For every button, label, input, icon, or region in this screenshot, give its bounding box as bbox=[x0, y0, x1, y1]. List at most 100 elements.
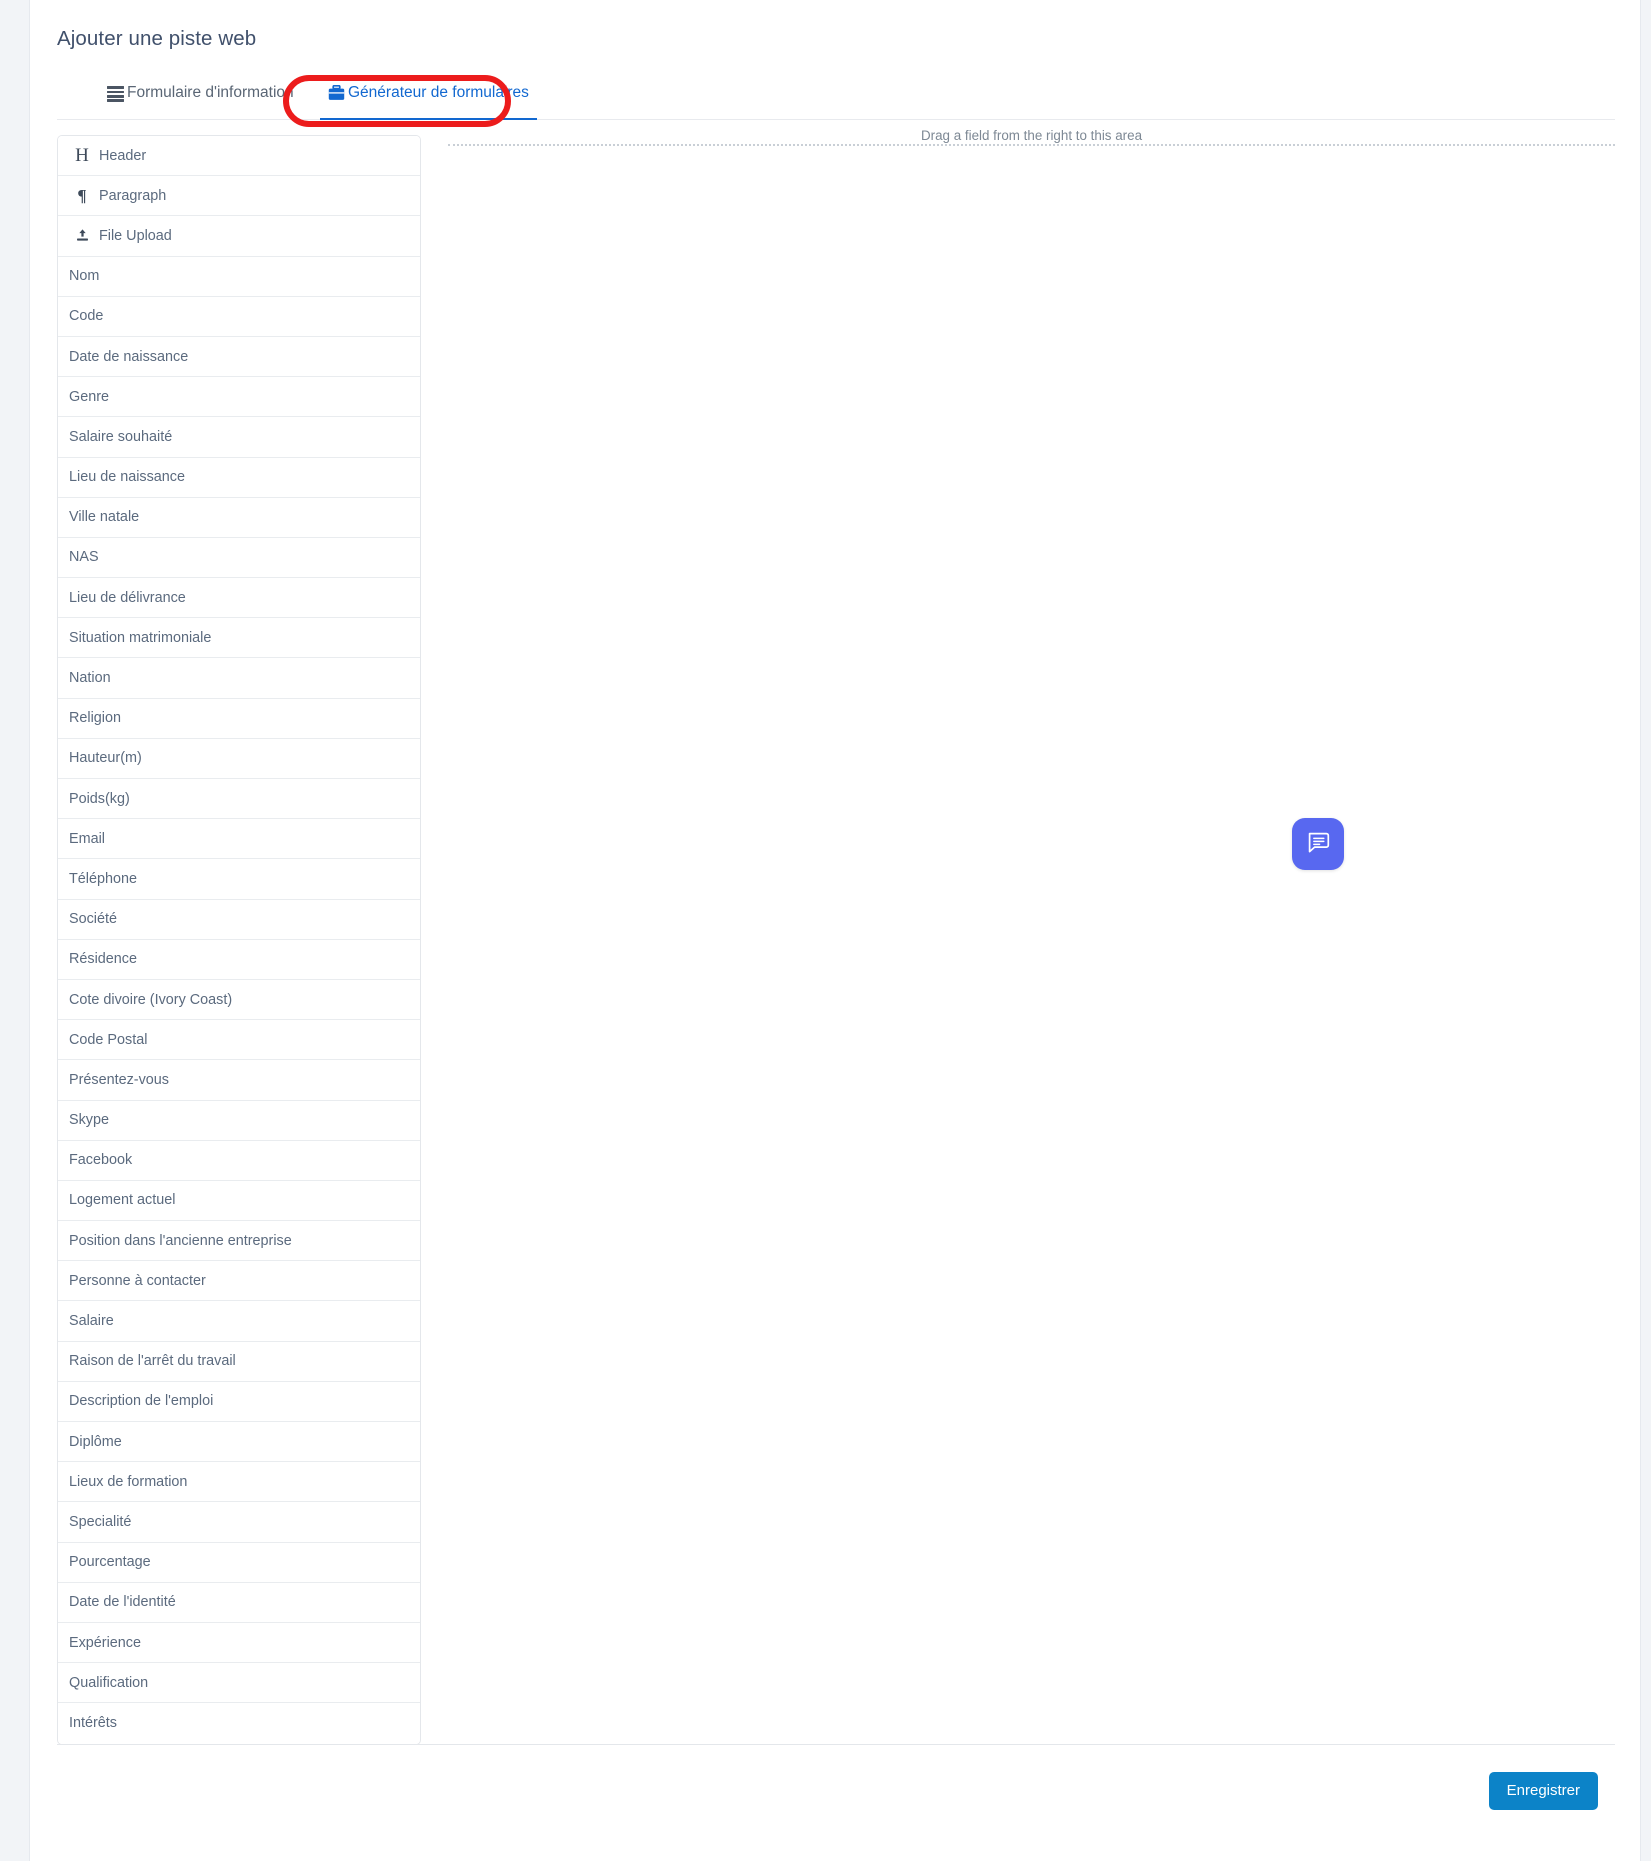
palette-item[interactable]: Specialité bbox=[58, 1502, 420, 1543]
page-title: Ajouter une piste web bbox=[57, 27, 257, 50]
palette-item[interactable]: Code bbox=[58, 296, 420, 337]
palette-item[interactable]: Nom bbox=[58, 256, 420, 297]
palette-item[interactable]: Personne à contacter bbox=[58, 1261, 420, 1302]
briefcase-icon bbox=[328, 84, 345, 110]
palette-item[interactable]: Email bbox=[58, 819, 420, 860]
palette-item-label: Code Postal bbox=[69, 1031, 148, 1048]
palette-item[interactable]: Expérience bbox=[58, 1622, 420, 1664]
palette-item[interactable]: Date de l'identité bbox=[58, 1582, 420, 1623]
palette-item[interactable]: NAS bbox=[58, 537, 420, 579]
save-button[interactable]: Enregistrer bbox=[1488, 1772, 1598, 1810]
palette-item-label: Hauteur(m) bbox=[69, 750, 142, 767]
palette-item[interactable]: Date de naissance bbox=[58, 336, 420, 378]
palette-item[interactable]: Salaire bbox=[58, 1301, 420, 1342]
palette-item-label: Salaire souhaité bbox=[69, 428, 173, 445]
palette-item-label: Société bbox=[69, 911, 117, 928]
app-root: Ajouter une piste web Formulaire d'infor… bbox=[0, 0, 1651, 1861]
palette-item-label: Salaire bbox=[69, 1313, 114, 1330]
palette-item-label: Nation bbox=[69, 670, 111, 687]
palette-item-label: Date de l'identité bbox=[69, 1594, 176, 1611]
tab-label: Formulaire d'information bbox=[127, 84, 294, 101]
form-dropzone[interactable]: Drag a field from the right to this area bbox=[448, 126, 1615, 146]
field-palette: H Header ¶ Paragraph File Upload Nom Code Date … bbox=[57, 135, 421, 1745]
palette-item-label: Email bbox=[69, 830, 105, 847]
page-card: Ajouter une piste web Formulaire d'infor… bbox=[29, 0, 1641, 1861]
palette-item-label: NAS bbox=[69, 549, 99, 566]
palette-item-label: Lieu de délivrance bbox=[69, 589, 186, 606]
palette-item-label: Specialité bbox=[69, 1513, 132, 1530]
palette-item-label: Header bbox=[99, 147, 147, 164]
palette-item[interactable]: Nation bbox=[58, 658, 420, 699]
palette-item-label: Présentez-vous bbox=[69, 1071, 169, 1088]
right-edge-strip bbox=[1641, 0, 1651, 1861]
tab-bar: Formulaire d'information Générateur de f… bbox=[57, 80, 1615, 120]
palette-item-label: Religion bbox=[69, 710, 121, 727]
palette-item[interactable]: Diplôme bbox=[58, 1422, 420, 1463]
palette-item-label: Cote divoire (Ivory Coast) bbox=[69, 991, 233, 1008]
dropzone-hint: Drag a field from the right to this area bbox=[914, 128, 1149, 143]
palette-item-label: Personne à contacter bbox=[69, 1272, 206, 1289]
palette-item-label: Poids(kg) bbox=[69, 790, 130, 807]
palette-item-label: Description de l'emploi bbox=[69, 1393, 214, 1410]
palette-item[interactable]: Salaire souhaité bbox=[58, 417, 420, 458]
palette-item[interactable]: File Upload bbox=[58, 216, 420, 257]
tab-generateur-de-formulaires[interactable]: Générateur de formulaires bbox=[320, 80, 537, 120]
palette-item-label: Intérêts bbox=[69, 1715, 117, 1732]
palette-item[interactable]: Genre bbox=[58, 377, 420, 418]
chat-bubble-icon bbox=[1305, 829, 1331, 860]
palette-item[interactable]: Lieu de délivrance bbox=[58, 578, 420, 619]
palette-item[interactable]: Qualification bbox=[58, 1663, 420, 1704]
palette-item[interactable]: Pourcentage bbox=[58, 1542, 420, 1583]
palette-item-label: Diplôme bbox=[69, 1433, 122, 1450]
palette-item[interactable]: Intérêts bbox=[58, 1703, 420, 1744]
palette-item-label: Expérience bbox=[69, 1634, 141, 1651]
palette-item-label: Position dans l'ancienne entreprise bbox=[69, 1232, 292, 1249]
palette-item[interactable]: Ville natale bbox=[58, 497, 420, 538]
palette-item[interactable]: ¶ Paragraph bbox=[58, 176, 420, 217]
palette-item-label: Lieux de formation bbox=[69, 1473, 188, 1490]
palette-item[interactable]: Hauteur(m) bbox=[58, 738, 420, 779]
palette-item-label: Raison de l'arrêt du travail bbox=[69, 1353, 236, 1370]
palette-item[interactable]: Facebook bbox=[58, 1140, 420, 1181]
palette-item[interactable]: Religion bbox=[58, 698, 420, 739]
palette-item[interactable]: H Header bbox=[58, 136, 420, 177]
palette-item[interactable]: Situation matrimoniale bbox=[58, 618, 420, 659]
palette-item[interactable]: Skype bbox=[58, 1100, 420, 1141]
palette-item-label: Téléphone bbox=[69, 870, 138, 887]
palette-item[interactable]: Lieux de formation bbox=[58, 1462, 420, 1503]
palette-item[interactable]: Poids(kg) bbox=[58, 779, 420, 820]
palette-item-label: Qualification bbox=[69, 1674, 149, 1691]
palette-item-label: Genre bbox=[69, 388, 109, 405]
palette-item[interactable]: Logement actuel bbox=[58, 1180, 420, 1222]
palette-item[interactable]: Lieu de naissance bbox=[58, 457, 420, 498]
palette-item[interactable]: Présentez-vous bbox=[58, 1060, 420, 1101]
bars-icon bbox=[107, 80, 124, 106]
palette-item-label: Nom bbox=[69, 268, 100, 285]
palette-item-label: Facebook bbox=[69, 1152, 133, 1169]
palette-item[interactable]: Société bbox=[58, 899, 420, 940]
palette-item-label: Skype bbox=[69, 1112, 109, 1129]
palette-item[interactable]: Description de l'emploi bbox=[58, 1381, 420, 1422]
palette-item[interactable]: Cote divoire (Ivory Coast) bbox=[58, 979, 420, 1021]
palette-item-label: Code bbox=[69, 308, 104, 325]
palette-item-label: Date de naissance bbox=[69, 348, 189, 365]
tab-formulaire-d-information[interactable]: Formulaire d'information bbox=[99, 80, 302, 120]
palette-item-label: Paragraph bbox=[99, 187, 167, 204]
palette-item-label: Lieu de naissance bbox=[69, 469, 186, 486]
heading-icon: H bbox=[75, 144, 89, 166]
palette-item-label: Résidence bbox=[69, 951, 137, 968]
dropzone-dotted-border bbox=[448, 144, 1615, 146]
palette-item[interactable]: Téléphone bbox=[58, 859, 420, 900]
palette-item-label: Logement actuel bbox=[69, 1192, 176, 1209]
palette-item-label: File Upload bbox=[99, 227, 172, 244]
footer-divider bbox=[57, 1744, 1615, 1745]
palette-item[interactable]: Code Postal bbox=[58, 1020, 420, 1061]
chat-widget-button[interactable] bbox=[1292, 818, 1344, 870]
palette-item[interactable]: Résidence bbox=[58, 939, 420, 980]
palette-item-label: Ville natale bbox=[69, 509, 140, 526]
palette-item-label: Pourcentage bbox=[69, 1554, 151, 1571]
palette-item[interactable]: Position dans l'ancienne entreprise bbox=[58, 1221, 420, 1262]
palette-item-label: Situation matrimoniale bbox=[69, 629, 212, 646]
palette-item[interactable]: Raison de l'arrêt du travail bbox=[58, 1341, 420, 1382]
tab-label: Générateur de formulaires bbox=[348, 84, 529, 101]
